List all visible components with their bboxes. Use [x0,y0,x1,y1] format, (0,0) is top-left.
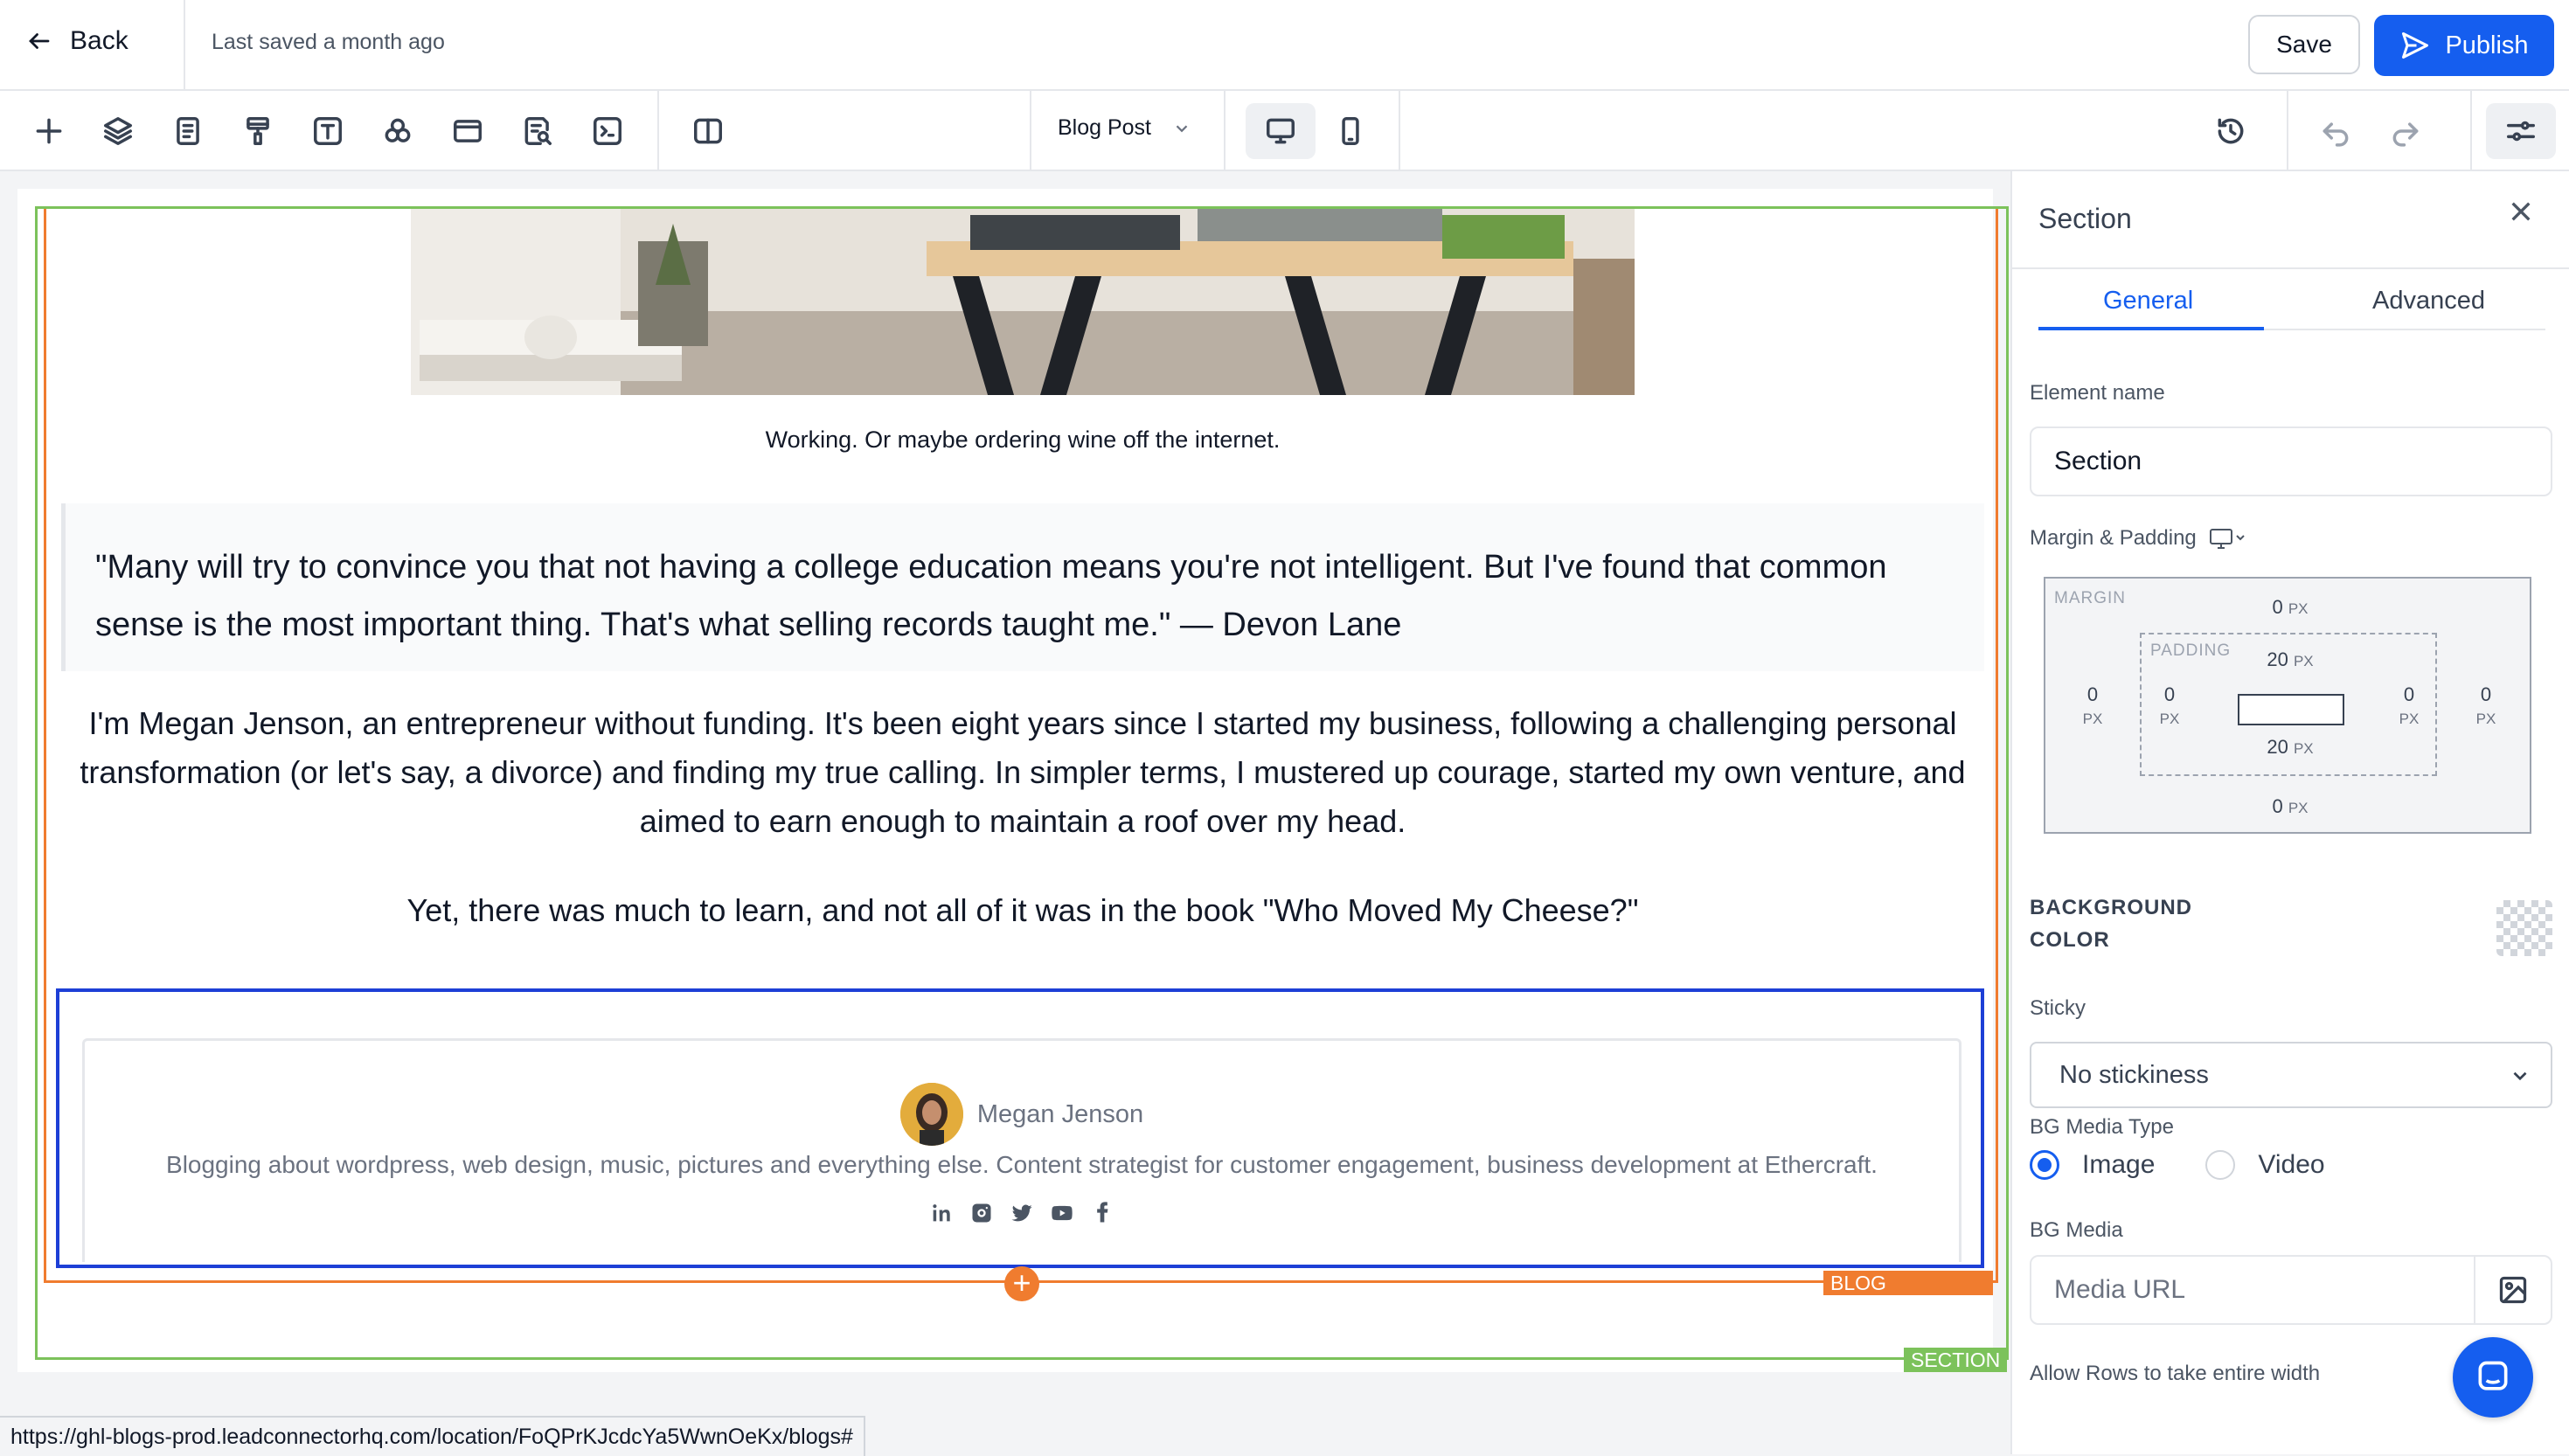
blockquote[interactable]: "Many will try to convince you that not … [61,503,1984,671]
chevron-down-icon [2513,1071,2527,1081]
background-color-label: BACKGROUND COLOR [2030,891,2192,956]
page-type-select[interactable]: Blog Post [1058,115,1191,141]
element-name-field[interactable]: Section [2030,426,2552,496]
split-view-icon[interactable] [689,112,727,150]
editor-toolbar: Blog Post [0,91,2569,171]
blog-image[interactable] [411,206,1635,395]
publish-button[interactable]: Publish [2374,15,2554,76]
margin-padding-label: Margin & Padding [2030,526,2197,550]
background-color-swatch[interactable] [2496,900,2552,956]
last-saved-text: Last saved a month ago [212,30,445,54]
publish-label: Publish [2445,31,2529,59]
margin-padding-header: Margin & Padding [2030,526,2247,551]
tab-general[interactable]: General [2103,287,2193,315]
plus-icon[interactable] [30,112,68,150]
padding-left-value[interactable]: 0 PX [2152,683,2187,729]
send-icon [2402,32,2429,59]
body-paragraph[interactable]: Yet, there was much to learn, and not al… [70,886,1975,935]
padding-top-value[interactable]: 20 PX [2246,648,2334,671]
back-label: Back [70,26,128,55]
office-photo [411,206,1635,395]
history-icon[interactable] [2211,112,2250,150]
layers-icon[interactable] [99,112,137,150]
padding-label: PADDING [2150,641,2232,660]
mobile-icon[interactable] [1331,112,1370,150]
properties-panel: Section General Advanced Element name Se… [2010,171,2569,1454]
background-color-label-line2: COLOR [2030,928,2110,952]
bg-media-label: BG Media [2030,1218,2123,1242]
margin-left-value[interactable]: 0 PX [2058,683,2128,729]
save-button[interactable]: Save [2248,15,2360,74]
toolbar-divider [2470,91,2472,171]
allow-rows-label: Allow Rows to take entire width [2030,1362,2321,1385]
selected-element-outline [56,988,1984,1268]
page-icon[interactable] [169,112,207,150]
desktop-icon[interactable] [1261,112,1300,150]
media-picker-button[interactable] [2474,1257,2551,1323]
padding-bottom-value[interactable]: 20 PX [2246,736,2334,759]
header-divider [184,0,185,91]
bg-media-type-label: BG Media Type [2030,1115,2174,1139]
panel-divider [2012,267,2569,269]
padding-right-value[interactable]: 0 PX [2392,683,2427,729]
image-icon [2499,1276,2527,1304]
code-terminal-icon[interactable] [588,112,627,150]
top-bar: Back Last saved a month ago Save Publish [0,0,2569,91]
toolbar-divider [1224,91,1225,171]
radio-video[interactable] [2205,1150,2236,1180]
window-icon[interactable] [448,112,487,150]
background-color-label-line1: BACKGROUND [2030,896,2192,919]
margin-bottom-value[interactable]: 0 PX [2255,795,2325,818]
active-tab-indicator [2038,327,2264,330]
margin-top-value[interactable]: 0 PX [2255,596,2325,619]
toolbar-divider [1030,91,1031,171]
blog-content-tag[interactable]: BLOG CONTENT [1823,1271,1993,1319]
add-element-button[interactable]: + [1004,1266,1039,1301]
sticky-label: Sticky [2030,996,2086,1020]
chat-button[interactable] [2453,1337,2533,1418]
bg-media-type-options: Image Video [2030,1150,2325,1180]
close-icon[interactable] [2507,198,2542,232]
toolbar-divider [657,91,659,171]
radio-video-label: Video [2258,1150,2325,1179]
editor-canvas: Working. Or maybe ordering wine off the … [0,171,2009,1454]
sticky-value: No stickiness [2059,1061,2209,1089]
arrow-left-icon [29,33,50,49]
sliders-icon[interactable] [2502,112,2540,150]
margin-right-value[interactable]: 0 PX [2451,683,2521,729]
tab-advanced[interactable]: Advanced [2372,287,2485,315]
back-button[interactable]: Back [26,26,128,56]
redo-icon[interactable] [2386,112,2425,150]
element-name-label: Element name [2030,381,2165,405]
body-paragraph[interactable]: I'm Megan Jenson, an entrepreneur withou… [70,699,1975,846]
search-document-icon[interactable] [518,112,557,150]
toolbar-divider [1399,91,1400,171]
margin-label: MARGIN [2054,589,2126,607]
page-type-label: Blog Post [1058,115,1152,140]
paint-roller-icon[interactable] [239,112,277,150]
chevron-down-icon [1176,124,1188,132]
radio-image-label: Image [2082,1150,2156,1179]
text-icon[interactable] [309,112,347,150]
desktop-icon[interactable] [2209,527,2247,550]
status-bar-url: https://ghl-blogs-prod.leadconnectorhq.c… [0,1416,865,1456]
page-preview: Working. Or maybe ordering wine off the … [17,189,2009,1372]
toolbar-divider [2287,91,2288,171]
padding-box: PADDING 20 PX 0 PX 0 PX 20 PX [2140,633,2437,776]
components-icon[interactable] [378,112,417,150]
media-url-field[interactable]: Media URL [2030,1255,2552,1325]
margin-padding-editor: MARGIN 0 PX 0 PX 0 PX 0 PX PADDING 20 PX 0… [2044,577,2531,834]
sticky-select[interactable]: No stickiness [2030,1042,2552,1108]
content-box [2238,694,2344,725]
media-url-placeholder: Media URL [2054,1275,2186,1304]
image-caption: Working. Or maybe ordering wine off the … [765,426,1281,453]
chat-icon [2478,1361,2508,1390]
panel-title: Section [2038,203,2132,234]
undo-icon[interactable] [2316,112,2355,150]
radio-image[interactable] [2030,1150,2059,1180]
section-tag[interactable]: SECTION [1904,1348,2008,1372]
